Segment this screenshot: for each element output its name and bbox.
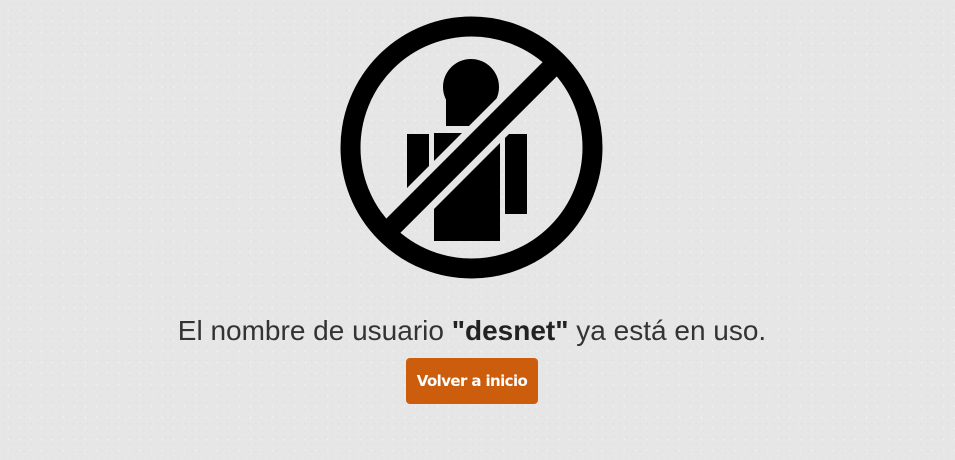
message-prefix: El nombre de usuario	[177, 315, 452, 346]
back-to-home-button[interactable]: Volver a inicio	[406, 358, 538, 404]
no-user-icon	[340, 16, 603, 279]
prohibited-user-svg	[340, 16, 603, 279]
username-taken-message: El nombre de usuario "desnet" ya está en…	[0, 313, 944, 349]
username-value: "desnet"	[451, 315, 569, 346]
message-suffix: ya está en uso.	[568, 315, 767, 346]
